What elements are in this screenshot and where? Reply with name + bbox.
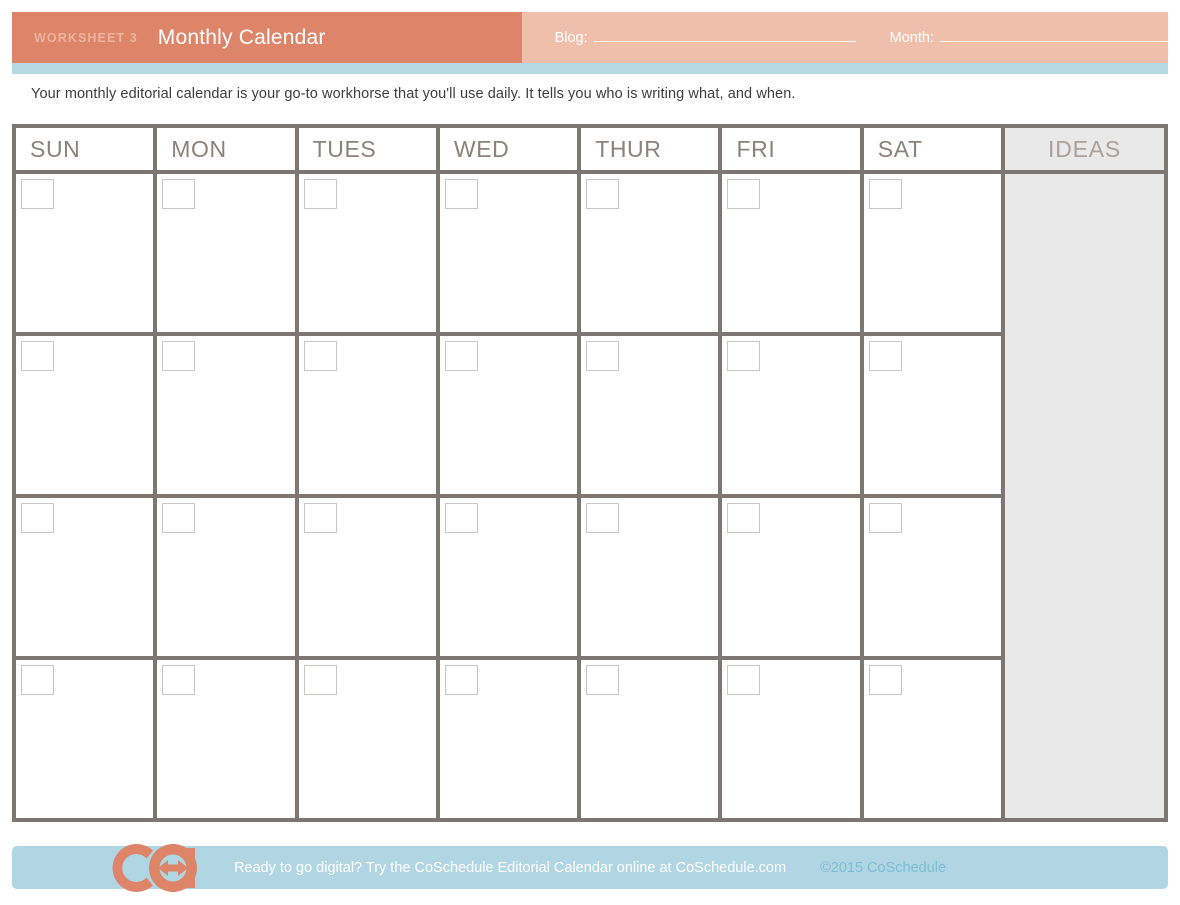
calendar-day-cell[interactable]: [722, 336, 864, 494]
day-header-sat: SAT: [863, 128, 1002, 170]
date-number-box[interactable]: [444, 665, 478, 695]
month-field-input-line[interactable]: [940, 29, 1168, 42]
page-title: Monthly Calendar: [157, 25, 326, 49]
day-header-mon: MON: [157, 128, 299, 170]
worksheet-page: WORKSHEET 3 Monthly Calendar Blog: Month…: [0, 0, 1180, 905]
calendar-day-cell[interactable]: [722, 174, 864, 332]
calendar-day-cell[interactable]: [722, 660, 864, 818]
calendar-week-rows: [16, 174, 1002, 818]
footer-promo-text: Ready to go digital? Try the CoSchedule …: [233, 859, 787, 876]
date-number-box[interactable]: [21, 179, 54, 209]
day-header-sun: SUN: [16, 128, 158, 170]
day-header-label: WED: [453, 135, 510, 162]
date-number-box[interactable]: [162, 665, 196, 695]
date-number-box[interactable]: [303, 341, 337, 371]
date-number-box[interactable]: [21, 503, 54, 533]
calendar-day-cell[interactable]: [157, 174, 299, 332]
calendar-day-cell[interactable]: [157, 498, 299, 656]
date-number-box[interactable]: [868, 665, 902, 695]
day-header-label: TUES: [312, 135, 377, 162]
calendar-day-cell[interactable]: [298, 174, 440, 332]
calendar-day-cell[interactable]: [298, 660, 440, 818]
calendar-day-cell[interactable]: [581, 174, 723, 332]
calendar-day-cell[interactable]: [439, 336, 582, 494]
date-number-box[interactable]: [868, 503, 902, 533]
blog-field-label: Blog:: [554, 30, 588, 46]
date-number-box[interactable]: [162, 179, 196, 209]
ideas-notes-area[interactable]: [1005, 174, 1164, 818]
calendar-day-cell[interactable]: [863, 336, 1002, 494]
date-number-box[interactable]: [586, 503, 620, 533]
ideas-column-header: IDEAS: [1005, 128, 1164, 174]
date-number-box[interactable]: [162, 503, 196, 533]
calendar-header-row: SUN MON TUES WED THUR FRI SAT: [16, 128, 1002, 174]
calendar-week-row: [16, 498, 1002, 660]
date-number-box[interactable]: [727, 341, 761, 371]
day-header-label: SAT: [877, 135, 923, 162]
date-number-box[interactable]: [586, 665, 620, 695]
calendar-day-cell[interactable]: [581, 498, 723, 656]
worksheet-number-label: WORKSHEET 3: [34, 30, 138, 45]
date-number-box[interactable]: [727, 503, 761, 533]
date-number-box[interactable]: [868, 179, 902, 209]
day-header-fri: FRI: [722, 128, 864, 170]
calendar-day-cell[interactable]: [16, 498, 158, 656]
calendar-day-cell[interactable]: [581, 660, 723, 818]
header-title-block: WORKSHEET 3 Monthly Calendar: [12, 12, 522, 63]
day-header-label: MON: [171, 135, 227, 162]
calendar-day-cell[interactable]: [157, 660, 299, 818]
calendar-day-cell[interactable]: [581, 336, 723, 494]
date-number-box[interactable]: [21, 665, 54, 695]
calendar-day-cell[interactable]: [863, 498, 1002, 656]
date-number-box[interactable]: [303, 665, 337, 695]
date-number-box[interactable]: [21, 341, 54, 371]
date-number-box[interactable]: [303, 179, 337, 209]
date-number-box[interactable]: [586, 341, 620, 371]
calendar-week-row: [16, 174, 1002, 336]
date-number-box[interactable]: [444, 341, 478, 371]
blog-field[interactable]: Blog:: [555, 29, 856, 46]
calendar-week-row: [16, 336, 1002, 498]
ideas-column: IDEAS: [1001, 128, 1164, 818]
day-header-label: FRI: [736, 135, 776, 162]
date-number-box[interactable]: [727, 665, 761, 695]
calendar-day-cell[interactable]: [722, 498, 864, 656]
calendar-day-cell[interactable]: [439, 498, 582, 656]
calendar-day-cell[interactable]: [157, 336, 299, 494]
date-number-box[interactable]: [162, 341, 196, 371]
calendar-day-columns: SUN MON TUES WED THUR FRI SAT: [16, 128, 1002, 818]
date-number-box[interactable]: [586, 179, 620, 209]
calendar-day-cell[interactable]: [16, 336, 158, 494]
ideas-header-label: IDEAS: [1048, 135, 1122, 162]
page-header: WORKSHEET 3 Monthly Calendar Blog: Month…: [12, 12, 1168, 63]
calendar-day-cell[interactable]: [298, 498, 440, 656]
date-number-box[interactable]: [868, 341, 902, 371]
header-fields-block: Blog: Month:: [521, 12, 1168, 63]
coschedule-logo: [99, 838, 211, 898]
calendar-week-row: [16, 660, 1002, 818]
monthly-calendar-grid: SUN MON TUES WED THUR FRI SAT IDEAS: [12, 124, 1168, 822]
footer-copyright: ©2015 CoSchedule: [820, 859, 947, 876]
month-field-label: Month:: [889, 30, 934, 46]
calendar-day-cell[interactable]: [16, 174, 158, 332]
day-header-label: SUN: [30, 135, 81, 162]
day-header-label: THUR: [595, 135, 662, 162]
header-accent-strip: [12, 63, 1168, 74]
calendar-day-cell[interactable]: [16, 660, 158, 818]
month-field[interactable]: Month:: [890, 29, 1168, 46]
date-number-box[interactable]: [444, 503, 478, 533]
calendar-day-cell[interactable]: [298, 336, 440, 494]
day-header-wed: WED: [439, 128, 582, 170]
date-number-box[interactable]: [303, 503, 337, 533]
calendar-day-cell[interactable]: [863, 174, 1002, 332]
calendar-day-cell[interactable]: [439, 660, 582, 818]
intro-description: Your monthly editorial calendar is your …: [31, 86, 796, 102]
date-number-box[interactable]: [727, 179, 761, 209]
day-header-tues: TUES: [298, 128, 440, 170]
date-number-box[interactable]: [444, 179, 478, 209]
blog-field-input-line[interactable]: [593, 29, 856, 42]
day-header-thur: THUR: [581, 128, 723, 170]
calendar-day-cell[interactable]: [863, 660, 1002, 818]
calendar-day-cell[interactable]: [439, 174, 582, 332]
